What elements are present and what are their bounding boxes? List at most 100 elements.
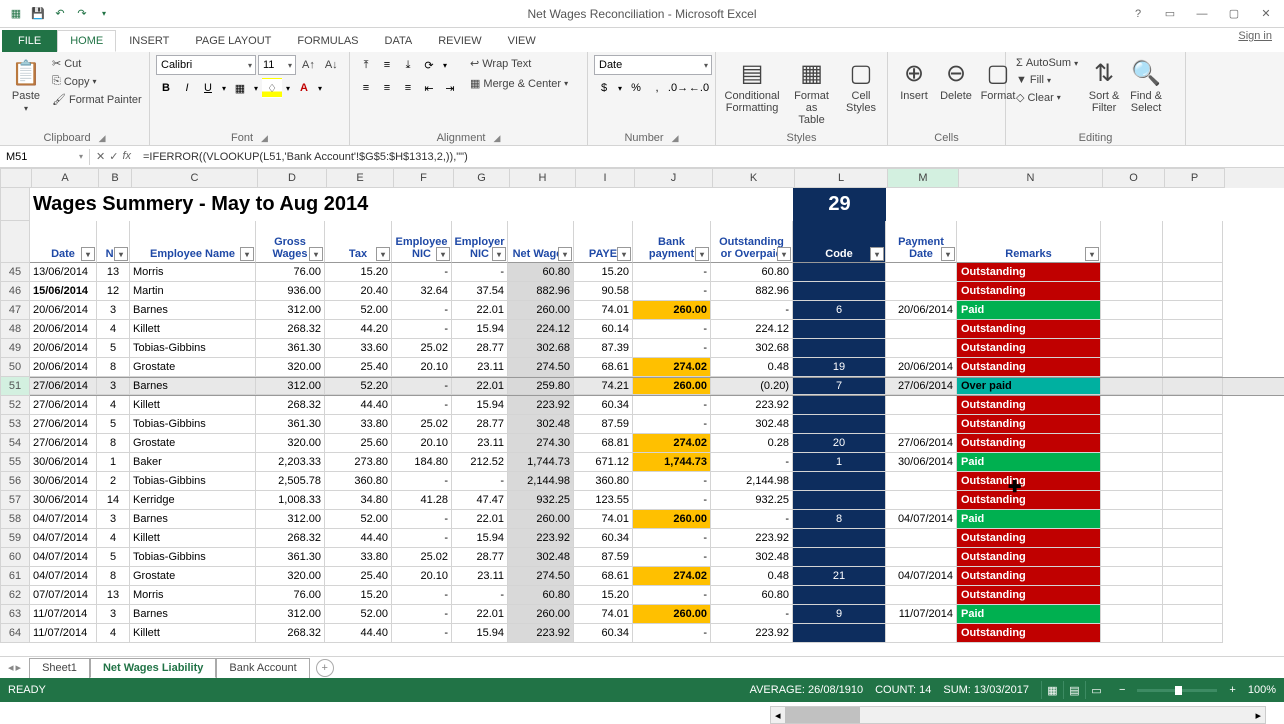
cell-code[interactable]: 8 [793, 510, 886, 529]
filter-button[interactable]: ▾ [492, 247, 506, 261]
cell-payment-date[interactable] [886, 320, 957, 339]
cell-code[interactable] [793, 586, 886, 605]
cell-payment-date[interactable] [886, 472, 957, 491]
zoom-out-icon[interactable]: − [1119, 684, 1125, 696]
clipboard-dialog-icon[interactable]: ◢ [99, 133, 106, 144]
cell-net[interactable]: 302.68 [508, 339, 574, 358]
cell-gross[interactable]: 361.30 [256, 548, 325, 567]
table-header-gross-wages[interactable]: Gross Wages▾ [256, 221, 325, 263]
cell-name[interactable]: Grostate [130, 567, 256, 586]
italic-button[interactable]: I [177, 78, 197, 98]
cell-rnic[interactable]: - [452, 472, 508, 491]
cell-gross[interactable]: 268.32 [256, 624, 325, 643]
align-middle-button[interactable]: ≡ [377, 55, 397, 75]
cell-date[interactable]: 11/07/2014 [30, 605, 97, 624]
cell-code[interactable]: 20 [793, 434, 886, 453]
font-dialog-icon[interactable]: ◢ [261, 133, 268, 144]
cell-name[interactable]: Grostate [130, 358, 256, 377]
cell-enic[interactable]: 25.02 [392, 548, 452, 567]
cell-outstanding[interactable]: 882.96 [711, 282, 793, 301]
row-header-48[interactable]: 48 [0, 320, 30, 339]
align-center-button[interactable]: ≡ [377, 78, 397, 98]
cell-payment-date[interactable]: 20/06/2014 [886, 301, 957, 320]
underline-dropdown-icon[interactable]: ▾ [219, 78, 229, 98]
cell-name[interactable]: Kerridge [130, 491, 256, 510]
cell-remark[interactable]: Outstanding [957, 396, 1101, 415]
cell-tax[interactable]: 273.80 [325, 453, 392, 472]
clear-button[interactable]: ◇Clear▾ [1012, 89, 1082, 106]
col-header-D[interactable]: D [258, 168, 327, 188]
cell-tax[interactable]: 33.80 [325, 548, 392, 567]
cell-no[interactable]: 4 [97, 529, 130, 548]
cell-enic[interactable]: - [392, 301, 452, 320]
cell-net[interactable]: 223.92 [508, 624, 574, 643]
cell-name[interactable]: Barnes [130, 301, 256, 320]
cell-remark[interactable]: Paid [957, 510, 1101, 529]
cell-tax[interactable]: 360.80 [325, 472, 392, 491]
cell-date[interactable]: 30/06/2014 [30, 491, 97, 510]
cell-enic[interactable]: - [392, 472, 452, 491]
cell-code[interactable] [793, 339, 886, 358]
cell-net[interactable]: 260.00 [508, 510, 574, 529]
row-header-61[interactable]: 61 [0, 567, 30, 586]
cell-gross[interactable]: 1,008.33 [256, 491, 325, 510]
fontcolor-dropdown-icon[interactable]: ▾ [315, 78, 325, 98]
col-header-E[interactable]: E [327, 168, 394, 188]
cell-payment-date[interactable] [886, 263, 957, 282]
cell-net[interactable]: 259.80 [508, 378, 574, 395]
cell-no[interactable]: 3 [97, 378, 130, 395]
cell-tax[interactable]: 44.40 [325, 529, 392, 548]
orientation-button[interactable]: ⟳ [419, 55, 439, 75]
cell-no[interactable]: 2 [97, 472, 130, 491]
cell-paye[interactable]: 74.21 [574, 378, 633, 395]
row-header-53[interactable]: 53 [0, 415, 30, 434]
cell-remark[interactable]: Paid [957, 453, 1101, 472]
cell-name[interactable]: Killett [130, 320, 256, 339]
cell-net[interactable]: 302.48 [508, 548, 574, 567]
cell-name[interactable]: Morris [130, 586, 256, 605]
format-as-table-button[interactable]: ▦Format as Table [784, 55, 839, 130]
cell-tax[interactable]: 44.40 [325, 624, 392, 643]
cell-gross[interactable]: 312.00 [256, 378, 325, 395]
sort-filter-button[interactable]: ⇅Sort & Filter [1084, 55, 1124, 118]
merge-center-button[interactable]: ▦Merge & Center▾ [466, 75, 572, 92]
cell-no[interactable]: 12 [97, 282, 130, 301]
cell-bank[interactable]: - [633, 396, 711, 415]
fill-button[interactable]: ▼Fill▾ [1012, 72, 1082, 88]
zoom-slider[interactable] [1137, 689, 1217, 692]
cell-bank[interactable]: - [633, 624, 711, 643]
cell-code[interactable] [793, 263, 886, 282]
cell-paye[interactable]: 68.61 [574, 567, 633, 586]
comma-button[interactable]: , [647, 78, 667, 98]
table-header-outstanding-or-overpaid[interactable]: Outstanding or Overpaid▾ [711, 221, 793, 263]
cell-tax[interactable]: 33.60 [325, 339, 392, 358]
close-icon[interactable]: ✕ [1252, 4, 1280, 24]
wrap-text-button[interactable]: ↩Wrap Text [466, 55, 572, 72]
cell-remark[interactable]: Outstanding [957, 548, 1101, 567]
cell-gross[interactable]: 936.00 [256, 282, 325, 301]
cell-enic[interactable]: 25.02 [392, 415, 452, 434]
cell-tax[interactable]: 52.00 [325, 605, 392, 624]
filter-button[interactable]: ▾ [240, 247, 254, 261]
view-page-layout-icon[interactable]: ▤ [1063, 681, 1085, 699]
cell-payment-date[interactable]: 30/06/2014 [886, 453, 957, 472]
cell-code[interactable] [793, 529, 886, 548]
tab-insert[interactable]: INSERT [116, 30, 182, 52]
row-header-45[interactable]: 45 [0, 263, 30, 282]
horizontal-scrollbar[interactable]: ◂▸ [770, 706, 1266, 724]
cell-styles-button[interactable]: ▢Cell Styles [841, 55, 881, 118]
filter-button[interactable]: ▾ [777, 247, 791, 261]
cell-name[interactable]: Tobias-Gibbins [130, 415, 256, 434]
cell-name[interactable]: Tobias-Gibbins [130, 548, 256, 567]
cell-gross[interactable]: 320.00 [256, 434, 325, 453]
cell-payment-date[interactable]: 11/07/2014 [886, 605, 957, 624]
align-top-button[interactable]: ⤒ [356, 55, 376, 75]
cell-no[interactable]: 1 [97, 453, 130, 472]
view-normal-icon[interactable]: ▦ [1041, 681, 1063, 699]
table-header-remarks[interactable]: Remarks▾ [957, 221, 1101, 263]
cell-code[interactable] [793, 472, 886, 491]
cell-code[interactable]: 7 [793, 378, 886, 395]
scroll-left-icon[interactable]: ◂ [771, 709, 785, 722]
cell-enic[interactable]: - [392, 605, 452, 624]
cell-rnic[interactable]: 28.77 [452, 548, 508, 567]
